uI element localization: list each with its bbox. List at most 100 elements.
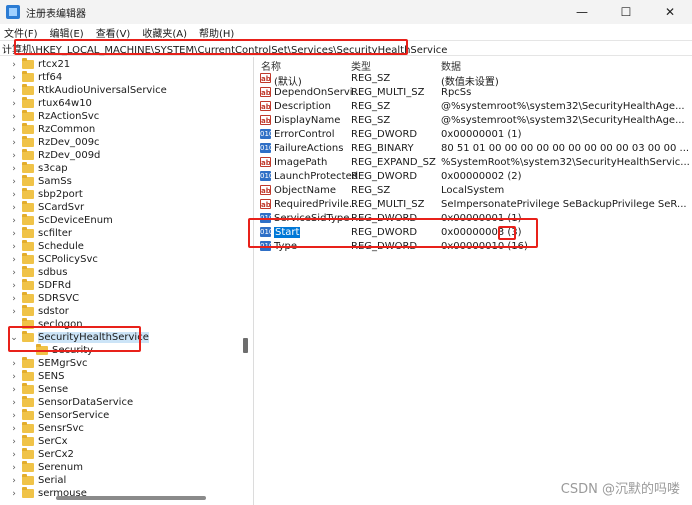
value-row[interactable]: 010 LaunchProtected REG_DWORD 0x00000002 (2… (256, 170, 692, 184)
header-data[interactable]: 数据 (441, 58, 461, 73)
tree-item[interactable]: Security (14, 344, 93, 357)
tree-item[interactable]: › s3cap (0, 162, 68, 175)
tree-item[interactable]: › SerCx (0, 435, 68, 448)
registry-key-tree[interactable]: › rtcx21 › rtf64 › RtkAudioUniversalService › r… (0, 57, 254, 505)
tree-item[interactable]: ⌄ SecurityHealthService (0, 331, 149, 344)
tree-item[interactable]: › RzCommon (0, 123, 95, 136)
chevron-right-icon[interactable]: › (10, 73, 18, 83)
chevron-right-icon[interactable]: › (10, 294, 18, 304)
minimize-button[interactable]: — (560, 0, 604, 24)
menu-edit[interactable]: 编辑(E) (50, 25, 84, 40)
chevron-right-icon[interactable]: › (10, 476, 18, 486)
tree-item[interactable]: › sdstor (0, 305, 69, 318)
chevron-right-icon[interactable]: › (10, 112, 18, 122)
menu-favorites[interactable]: 收藏夹(A) (142, 25, 187, 40)
chevron-right-icon[interactable]: › (10, 151, 18, 161)
tree-item[interactable]: › SensorDataService (0, 396, 133, 409)
tree-item[interactable]: › SerCx2 (0, 448, 74, 461)
header-type[interactable]: 类型 (351, 58, 371, 73)
chevron-right-icon[interactable]: › (10, 359, 18, 369)
chevron-right-icon[interactable]: › (10, 398, 18, 408)
tree-item[interactable]: › RzDev_009d (0, 149, 100, 162)
chevron-right-icon[interactable]: › (10, 164, 18, 174)
tree-item[interactable]: › SensorService (0, 409, 109, 422)
chevron-right-icon[interactable]: › (10, 307, 18, 317)
value-row[interactable]: 010 ServiceSidType REG_DWORD 0x00000001 (1) (256, 212, 692, 226)
value-row[interactable]: 010 ErrorControl REG_DWORD 0x00000001 (1) (256, 128, 692, 142)
tree-item-label: SCPolicySvc (38, 254, 98, 265)
registry-values-pane[interactable]: 名称 类型 数据 ab (默认) REG_SZ (数值未设置) ab DependOnSe… (256, 57, 692, 505)
chevron-right-icon[interactable]: › (10, 203, 18, 213)
value-row[interactable]: ab ImagePath REG_EXPAND_SZ %SystemRoot%\sys… (256, 156, 692, 170)
chevron-right-icon[interactable]: › (10, 281, 18, 291)
chevron-right-icon[interactable]: › (10, 489, 18, 499)
chevron-right-icon[interactable]: › (10, 190, 18, 200)
tree-item[interactable]: › sdbus (0, 266, 67, 279)
chevron-right-icon[interactable]: › (10, 60, 18, 70)
menu-view[interactable]: 查看(V) (96, 25, 131, 40)
tree-item[interactable]: › Serenum (0, 461, 83, 474)
chevron-right-icon[interactable]: › (10, 411, 18, 421)
menu-file[interactable]: 文件(F) (4, 25, 38, 40)
value-row[interactable]: ab (默认) REG_SZ (数值未设置) (256, 72, 692, 88)
value-row[interactable]: 010 FailureActions REG_BINARY 80 51 01 00 0… (256, 142, 692, 156)
chevron-right-icon[interactable]: › (10, 99, 18, 109)
chevron-right-icon[interactable]: › (10, 86, 18, 96)
tree-item[interactable]: › Sense (0, 383, 68, 396)
folder-icon (22, 422, 34, 433)
chevron-right-icon[interactable]: › (10, 424, 18, 434)
chevron-right-icon[interactable]: › (10, 138, 18, 148)
tree-scrollbar-thumb[interactable] (243, 338, 248, 353)
binary-value-icon: 010 (260, 143, 274, 153)
tree-item[interactable]: › sbp2port (0, 188, 83, 201)
tree-item[interactable]: › RzActionSvc (0, 110, 99, 123)
value-row[interactable]: 010 Start REG_DWORD 0x00000003 (3) (256, 226, 692, 240)
tree-item[interactable]: › SDRSVC (0, 292, 79, 305)
chevron-right-icon[interactable]: › (10, 268, 18, 278)
value-row[interactable]: 010 Type REG_DWORD 0x00000010 (16) (256, 240, 692, 254)
maximize-button[interactable]: ☐ (604, 0, 648, 24)
menu-help[interactable]: 帮助(H) (199, 25, 234, 40)
value-row[interactable]: ab RequiredPrivile... REG_MULTI_SZ SeImpers… (256, 198, 692, 212)
header-name[interactable]: 名称 (261, 58, 281, 73)
tree-item[interactable]: › ScDeviceEnum (0, 214, 113, 227)
tree-item[interactable]: › Serial (0, 474, 66, 487)
tree-item[interactable]: › SCardSvr (0, 201, 84, 214)
address-bar[interactable]: 计算机\HKEY_LOCAL_MACHINE\SYSTEM\CurrentCon… (0, 40, 692, 56)
chevron-right-icon[interactable]: › (10, 177, 18, 187)
tree-item[interactable]: › SamSs (0, 175, 72, 188)
chevron-right-icon[interactable]: › (10, 372, 18, 382)
chevron-right-icon[interactable]: › (10, 450, 18, 460)
value-row[interactable]: ab DependOnServi... REG_MULTI_SZ RpcSs (256, 86, 692, 100)
tree-item[interactable]: › SCPolicySvc (0, 253, 98, 266)
chevron-right-icon[interactable]: › (10, 216, 18, 226)
tree-item[interactable]: › rtf64 (0, 71, 62, 84)
tree-item[interactable]: › rtcx21 (0, 58, 70, 71)
chevron-right-icon[interactable]: › (10, 255, 18, 265)
value-row[interactable]: ab Description REG_SZ @%systemroot%\system3… (256, 100, 692, 114)
close-button[interactable]: ✕ (648, 0, 692, 24)
value-row[interactable]: ab DisplayName REG_SZ @%systemroot%\system3… (256, 114, 692, 128)
tree-item[interactable]: › Schedule (0, 240, 84, 253)
tree-item[interactable]: › SENS (0, 370, 65, 383)
chevron-right-icon[interactable]: › (10, 242, 18, 252)
chevron-right-icon[interactable]: › (10, 125, 18, 135)
tree-item[interactable]: › RzDev_009c (0, 136, 100, 149)
tree-item[interactable]: seclogon (0, 318, 83, 331)
address-path[interactable]: 计算机\HKEY_LOCAL_MACHINE\SYSTEM\CurrentCon… (2, 41, 447, 56)
tree-item[interactable]: › SEMgrSvc (0, 357, 88, 370)
chevron-right-icon[interactable]: › (10, 229, 18, 239)
tree-item[interactable]: › rtux64w10 (0, 97, 92, 110)
chevron-down-icon[interactable]: ⌄ (10, 333, 18, 343)
tree-item[interactable]: › RtkAudioUniversalService (0, 84, 167, 97)
tree-item[interactable]: › SDFRd (0, 279, 71, 292)
tree-item[interactable]: › SensrSvc (0, 422, 84, 435)
chevron-right-icon[interactable]: › (10, 463, 18, 473)
chevron-right-icon[interactable]: › (10, 437, 18, 447)
tree-item[interactable]: › scfilter (0, 227, 72, 240)
value-row[interactable]: ab ObjectName REG_SZ LocalSystem (256, 184, 692, 198)
string-value-icon: ab (260, 115, 271, 125)
folder-icon (22, 253, 34, 264)
chevron-right-icon[interactable]: › (10, 385, 18, 395)
tree-horizontal-scrollbar[interactable] (56, 496, 206, 500)
